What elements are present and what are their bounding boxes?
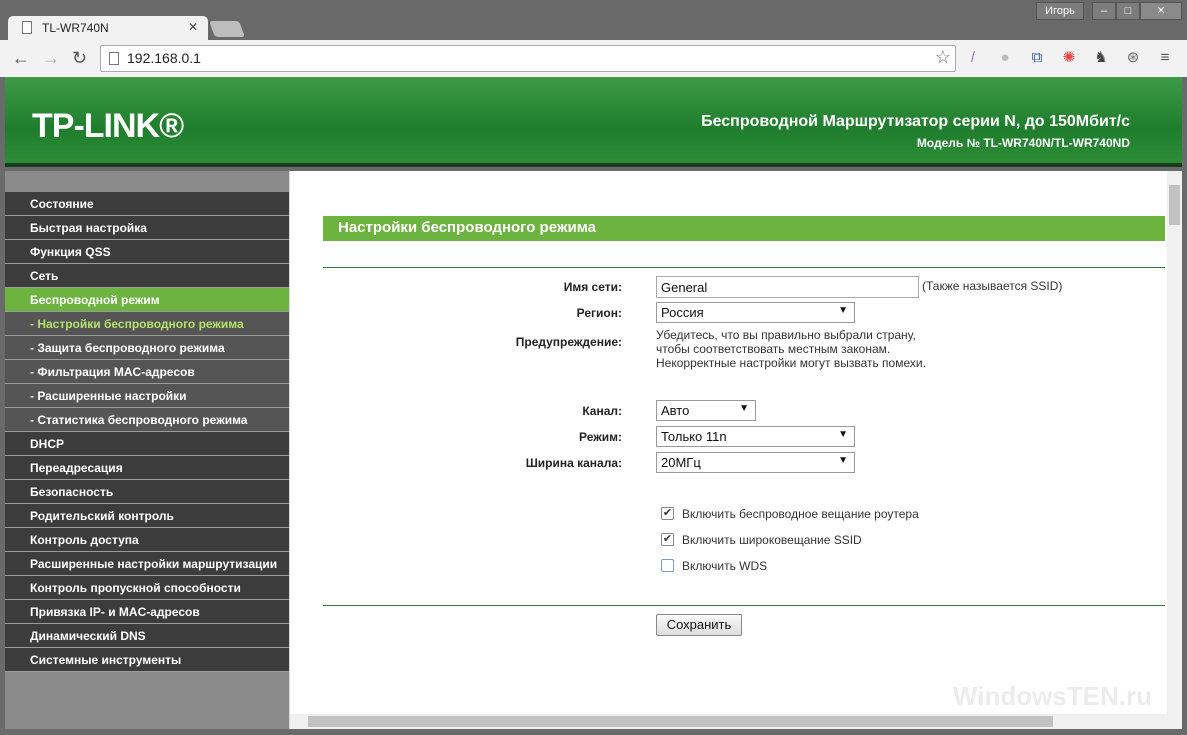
bookmark-star-icon[interactable]: ☆ <box>935 47 951 68</box>
sidebar-item[interactable]: Беспроводной режим <box>5 288 289 312</box>
film-reel-icon[interactable]: ⊛ <box>1124 49 1142 67</box>
browser-toolbar: ← → ↻ 192.168.0.1 ☆ / ● ⧉ ✺ ♞ ⊛ ≡ <box>0 40 1187 77</box>
sidebar-item[interactable]: Привязка IP- и MAC-адресов <box>5 600 289 624</box>
sidebar-item[interactable]: DHCP <box>5 432 289 456</box>
warning-label: Предупреждение: <box>515 335 622 349</box>
color-wheel-icon[interactable]: ✺ <box>1060 49 1078 67</box>
sidebar-item[interactable]: Расширенные настройки маршрутизации <box>5 552 289 576</box>
watermark: WindowsTEN.ru <box>952 681 1152 711</box>
sidebar-item[interactable]: - Защита беспроводного режима <box>5 336 289 360</box>
router-header: TP-LINK® Беспроводной Маршрутизатор сери… <box>5 77 1182 167</box>
shortcut-extension-icon[interactable]: ⧉ <box>1028 49 1046 67</box>
channel-width-value: 20МГц <box>661 455 701 470</box>
menu-icon[interactable]: ≡ <box>1156 49 1174 67</box>
profile-button[interactable]: Игорь <box>1036 2 1084 20</box>
wds-checkbox-label: Включить WDS <box>682 559 768 573</box>
scroll-thumb[interactable] <box>308 716 1053 727</box>
divider <box>323 605 1165 606</box>
warning-line: чтобы соответствовать местным законам. <box>656 342 891 356</box>
minimize-button[interactable]: – <box>1092 2 1116 20</box>
evernote-icon[interactable]: ♞ <box>1092 49 1110 67</box>
header-model: Модель № TL-WR740N/TL-WR740ND <box>916 136 1130 150</box>
new-tab-button[interactable] <box>209 21 245 37</box>
s-extension-icon[interactable]: ● <box>996 49 1014 67</box>
section-title: Настройки беспроводного режима <box>323 216 1165 241</box>
feather-extension-icon[interactable]: / <box>964 49 982 67</box>
sidebar-item[interactable]: Контроль пропускной способности <box>5 576 289 600</box>
sidebar-item[interactable]: Динамический DNS <box>5 624 289 648</box>
page-icon <box>109 52 119 65</box>
ssid-label: Имя сети: <box>563 280 622 294</box>
sidebar-item[interactable]: Быстрая настройка <box>5 216 289 240</box>
region-select[interactable]: Россия ▼ <box>656 302 855 323</box>
header-title: Беспроводной Маршрутизатор серии N, до 1… <box>701 113 1130 130</box>
horizontal-scrollbar[interactable] <box>290 714 1182 729</box>
dropdown-arrow-icon: ▼ <box>838 455 848 466</box>
browser-tab[interactable]: TL-WR740N ✕ <box>8 16 208 42</box>
sidebar-item[interactable]: - Расширенные настройки <box>5 384 289 408</box>
wds-checkbox[interactable] <box>661 559 674 572</box>
region-label: Регион: <box>576 306 622 320</box>
sidebar-menu: Состояние Быстрая настройка Функция QSS Сет… <box>5 171 289 729</box>
sidebar-item[interactable]: - Статистика беспроводного режима <box>5 408 289 432</box>
ssid-note: (Также называется SSID) <box>922 279 1063 293</box>
sidebar-item[interactable]: Состояние <box>5 192 289 216</box>
page-icon <box>22 21 32 34</box>
channel-label: Канал: <box>582 404 622 418</box>
region-value: Россия <box>661 305 704 320</box>
close-tab-icon[interactable]: ✕ <box>188 20 198 34</box>
dropdown-arrow-icon: ▼ <box>838 305 848 316</box>
back-icon[interactable]: ← <box>12 48 30 69</box>
channel-width-select[interactable]: 20МГц ▼ <box>656 452 855 473</box>
address-bar[interactable]: 192.168.0.1 ☆ <box>100 45 956 72</box>
channel-width-label: Ширина канала: <box>525 456 622 470</box>
ssid-broadcast-checkbox-label: Включить широковещание SSID <box>682 533 862 547</box>
reload-icon[interactable]: ↻ <box>72 48 87 69</box>
sidebar-item[interactable]: Функция QSS <box>5 240 289 264</box>
tab-title: TL-WR740N <box>42 21 109 35</box>
divider <box>323 267 1165 268</box>
main-content: Настройки беспроводного режима Имя сети:… <box>290 171 1167 714</box>
maximize-button[interactable]: □ <box>1116 2 1140 20</box>
ssid-input[interactable]: General <box>656 276 919 298</box>
mode-select[interactable]: Только 11n ▼ <box>656 426 855 447</box>
sidebar-item[interactable]: - Настройки беспроводного режима <box>5 312 289 336</box>
sidebar-item[interactable]: Переадресация <box>5 456 289 480</box>
channel-value: Авто <box>661 403 690 418</box>
mode-value: Только 11n <box>661 429 727 444</box>
sidebar-item[interactable]: Безопасность <box>5 480 289 504</box>
broadcast-checkbox[interactable]: ✔ <box>661 507 674 520</box>
warning-line: Некорректные настройки могут вызвать пом… <box>656 356 926 370</box>
close-window-button[interactable]: ✕ <box>1140 2 1182 20</box>
url-text: 192.168.0.1 <box>127 50 201 66</box>
sidebar-item[interactable]: - Фильтрация MAC-адресов <box>5 360 289 384</box>
forward-icon[interactable]: → <box>42 48 60 69</box>
sidebar-item[interactable]: Системные инструменты <box>5 648 289 672</box>
sidebar-item[interactable]: Контроль доступа <box>5 528 289 552</box>
sidebar-item[interactable]: Сеть <box>5 264 289 288</box>
vertical-scrollbar[interactable] <box>1167 171 1182 714</box>
broadcast-checkbox-label: Включить беспроводное вещание роутера <box>682 507 919 521</box>
warning-line: Убедитесь, что вы правильно выбрали стра… <box>656 328 916 342</box>
channel-select[interactable]: Авто ▼ <box>656 400 756 421</box>
scroll-thumb[interactable] <box>1169 185 1180 225</box>
ssid-broadcast-checkbox[interactable]: ✔ <box>661 533 674 546</box>
dropdown-arrow-icon: ▼ <box>739 403 749 414</box>
sidebar-item[interactable]: Родительский контроль <box>5 504 289 528</box>
save-button[interactable]: Сохранить <box>656 614 742 636</box>
dropdown-arrow-icon: ▼ <box>838 429 848 440</box>
mode-label: Режим: <box>579 430 622 444</box>
tp-link-logo: TP-LINK® <box>32 107 184 145</box>
browser-titlebar: TL-WR740N ✕ Игорь – □ ✕ <box>0 0 1187 42</box>
